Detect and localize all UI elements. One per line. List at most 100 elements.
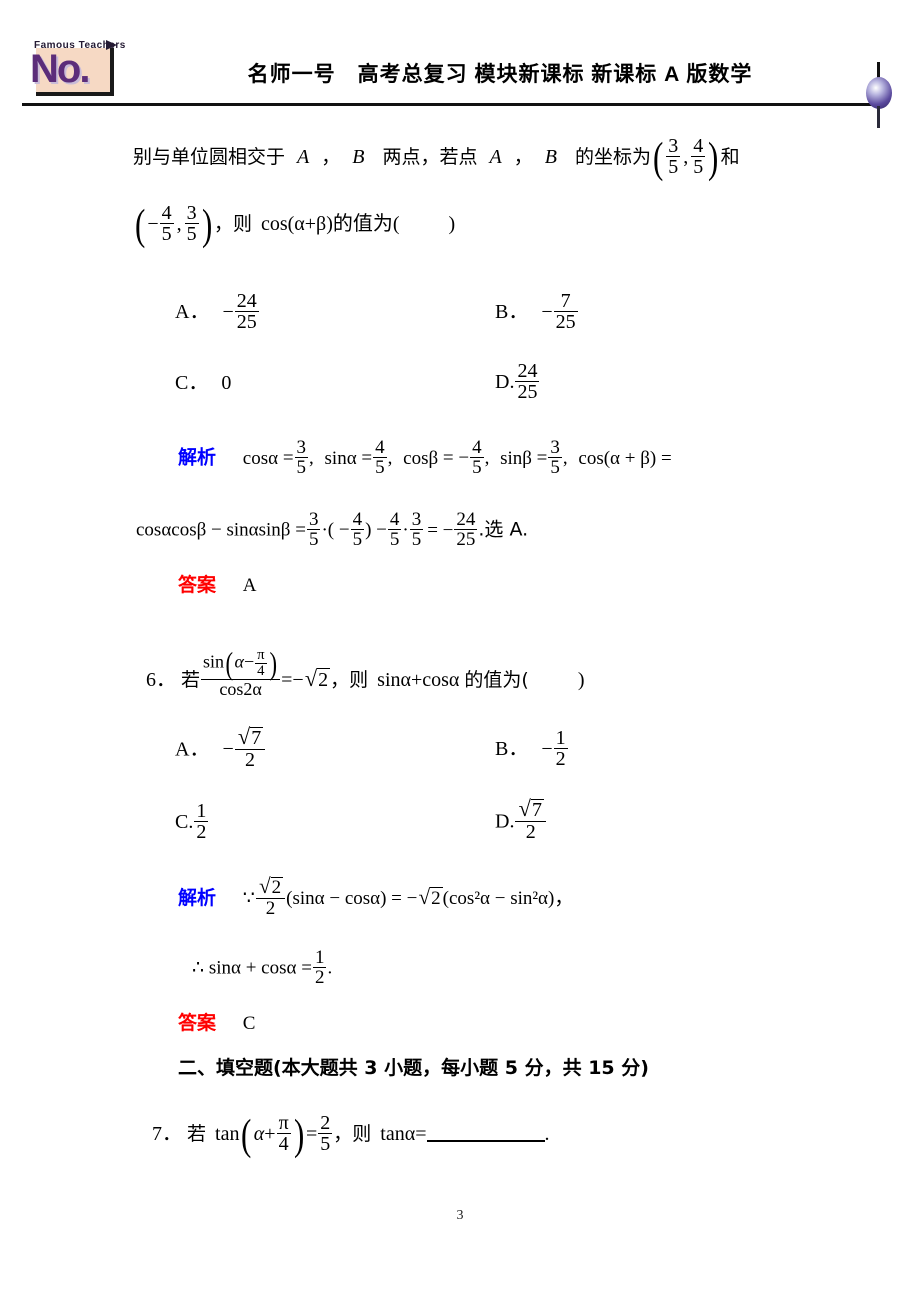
problem6-minus: − (243, 651, 255, 672)
option-d-denominator: 25 (515, 381, 540, 404)
stem-text-he: 和 (720, 146, 740, 168)
sol-cos-beta-sign: − (458, 447, 470, 469)
p6-option-b-fraction: 12 (553, 728, 568, 771)
sol-eq-1: = (282, 447, 294, 469)
sol2-f1-den: 5 (306, 529, 321, 551)
problem7-value-denominator: 5 (318, 1133, 333, 1156)
sol2-f2-num: 4 (352, 509, 363, 530)
problem7-eq: = (306, 1123, 318, 1145)
p6-option-a-sqrt: √7 (237, 724, 264, 749)
p6-option-d-radicand: 7 (530, 799, 544, 821)
problem6-fraction-numerator: sin(α− π 4) (203, 645, 277, 681)
option-a-denominator: 25 (234, 311, 259, 334)
p6-sol-mid: (sinα − cosα) = − (286, 887, 418, 909)
option-b-key: B． (495, 301, 529, 323)
problem5-option-b[interactable]: B． −7 25 (495, 291, 579, 333)
problem5-stem-line1: 别与单位圆相交于 A ， B 两点，若点 A ， B 的坐标为(3 5, 4 5) 和 (133, 135, 740, 183)
problem7-value-fraction: 25 (318, 1112, 333, 1156)
problem6-pi: π (257, 647, 265, 663)
p6-option-c-fraction: 12 (194, 801, 209, 843)
sqrt-symbol: √ (418, 884, 431, 909)
sol2-f2-den: 5 (350, 529, 365, 551)
option-b-fraction: 7 25 (553, 290, 578, 333)
sol-cos-alpha-num: 3 (296, 437, 307, 458)
coord2-x-numerator: 4 (161, 202, 172, 224)
section-two-heading: 二、填空题(本大题共 3 小题，每小题 5 分，共 15 分) (178, 1057, 649, 1079)
sol-cos-beta-num: 4 (472, 437, 482, 458)
problem6-option-b[interactable]: B． −1 2 (495, 728, 569, 770)
p6-sol-tail: (cos²α − sin²α)， (442, 887, 574, 909)
p6-option-d-numerator: √7 (515, 797, 545, 821)
sol2-f3-num: 4 (389, 509, 400, 530)
coord2-x-sign: − (147, 213, 159, 235)
problem5-stem-line2: (−4 5, 3 5) ，则 cos(α+β)的值为( ) (135, 202, 456, 250)
coord2-x-fraction: 45 (159, 202, 174, 246)
sol-comma-3: , (484, 447, 490, 469)
sol-sin-alpha-den: 5 (373, 457, 387, 479)
problem6-stem: 6． 若 sin(α− π 4) cos2α =−√2 ，则 sinα+cosα 的值为( … (146, 645, 585, 698)
coord1-x-denominator: 5 (666, 156, 681, 179)
coord2-x-denominator: 5 (159, 223, 174, 246)
problem5-answer-bracket-close: ) (448, 213, 456, 235)
answer-value: A (242, 575, 257, 596)
p6-option-d-denominator: 2 (515, 820, 546, 842)
problem6-pi-over-4: π4 (255, 647, 267, 679)
problem7-pi: π (278, 1112, 289, 1134)
p6-option-a-denominator: 2 (234, 748, 266, 770)
problem6-option-c[interactable]: C. 1 2 (175, 801, 209, 843)
problem6-eq-neg: =− (281, 669, 304, 692)
logo: Famous Teachers No. (18, 38, 126, 98)
option-c-value: 0 (221, 372, 232, 394)
p6-option-a-key: A． (175, 738, 210, 761)
problem7-number: 7． (152, 1123, 182, 1145)
sol2-fraction-4: 35 (409, 509, 424, 550)
sol2-tail: .选 A. (478, 518, 529, 541)
coord2-separator: , (176, 213, 182, 235)
sol-line1-tail: cos(α + β) = (578, 447, 672, 469)
sol-sin-beta-fraction: 35 (548, 438, 562, 478)
coord1-y-denominator: 5 (691, 156, 706, 179)
sol2-dot: ·( − (321, 519, 350, 541)
p6-option-a-fraction: √7 2 (234, 724, 266, 770)
problem7-four: 4 (276, 1133, 291, 1155)
balloon-stem-icon (877, 106, 880, 128)
option-b-numerator: 7 (560, 290, 571, 312)
option-a-key: A． (175, 301, 210, 323)
sqrt-symbol: √ (237, 724, 251, 749)
problem5-option-c[interactable]: C． 0 (175, 366, 231, 395)
option-d-fraction: 24 25 (515, 360, 540, 404)
problem7-value-numerator: 2 (320, 1112, 331, 1134)
sol-sin-beta: sinβ (500, 447, 532, 469)
coord1-x-numerator: 3 (668, 135, 679, 157)
sol2-fraction-2: 45 (350, 509, 365, 551)
option-a-sign: − (222, 301, 234, 323)
p6-option-a-sign: − (222, 738, 234, 761)
p6-option-b-denominator: 2 (553, 748, 568, 771)
problem6-option-d[interactable]: D. √7 2 (495, 797, 547, 842)
coord1-y-fraction: 45 (691, 136, 706, 179)
p6-option-c-key: C. (175, 811, 194, 833)
problem7-answer-blank[interactable] (426, 1140, 545, 1142)
p6-because-symbol: ∵ (242, 887, 255, 909)
problem5-option-d[interactable]: D. 24 25 (495, 361, 540, 403)
option-a-fraction: 24 25 (234, 291, 259, 334)
problem6-sqrt2: √2 (304, 666, 331, 692)
p6-option-b-sign: − (541, 738, 553, 760)
sol2-f3-den: 5 (387, 529, 402, 551)
sol-cos-beta: cosβ (403, 447, 439, 469)
sqrt-symbol: √ (258, 874, 271, 898)
problem6-answer-row: 答案 C (178, 1008, 255, 1035)
problem5-option-a[interactable]: A． −24 25 (175, 291, 260, 333)
sqrt-symbol: √ (304, 666, 318, 692)
option-d-numerator: 24 (517, 360, 538, 382)
sol-cos-alpha-fraction: 35 (294, 437, 309, 478)
sol2-f4-num: 3 (411, 509, 422, 530)
p6-option-d-key: D. (495, 810, 515, 833)
problem5-answer-row: 答案 A (178, 570, 257, 597)
sol-sin-alpha-fraction: 45 (373, 438, 387, 478)
problem6-ruo: 若 (181, 669, 201, 692)
p6-sol-sqrt2: √2 (417, 884, 443, 910)
problem6-option-a[interactable]: A． − √7 2 (175, 724, 266, 770)
stem-then-text: ，则 (213, 213, 252, 235)
p6-option-a-numerator: √7 (235, 724, 265, 749)
